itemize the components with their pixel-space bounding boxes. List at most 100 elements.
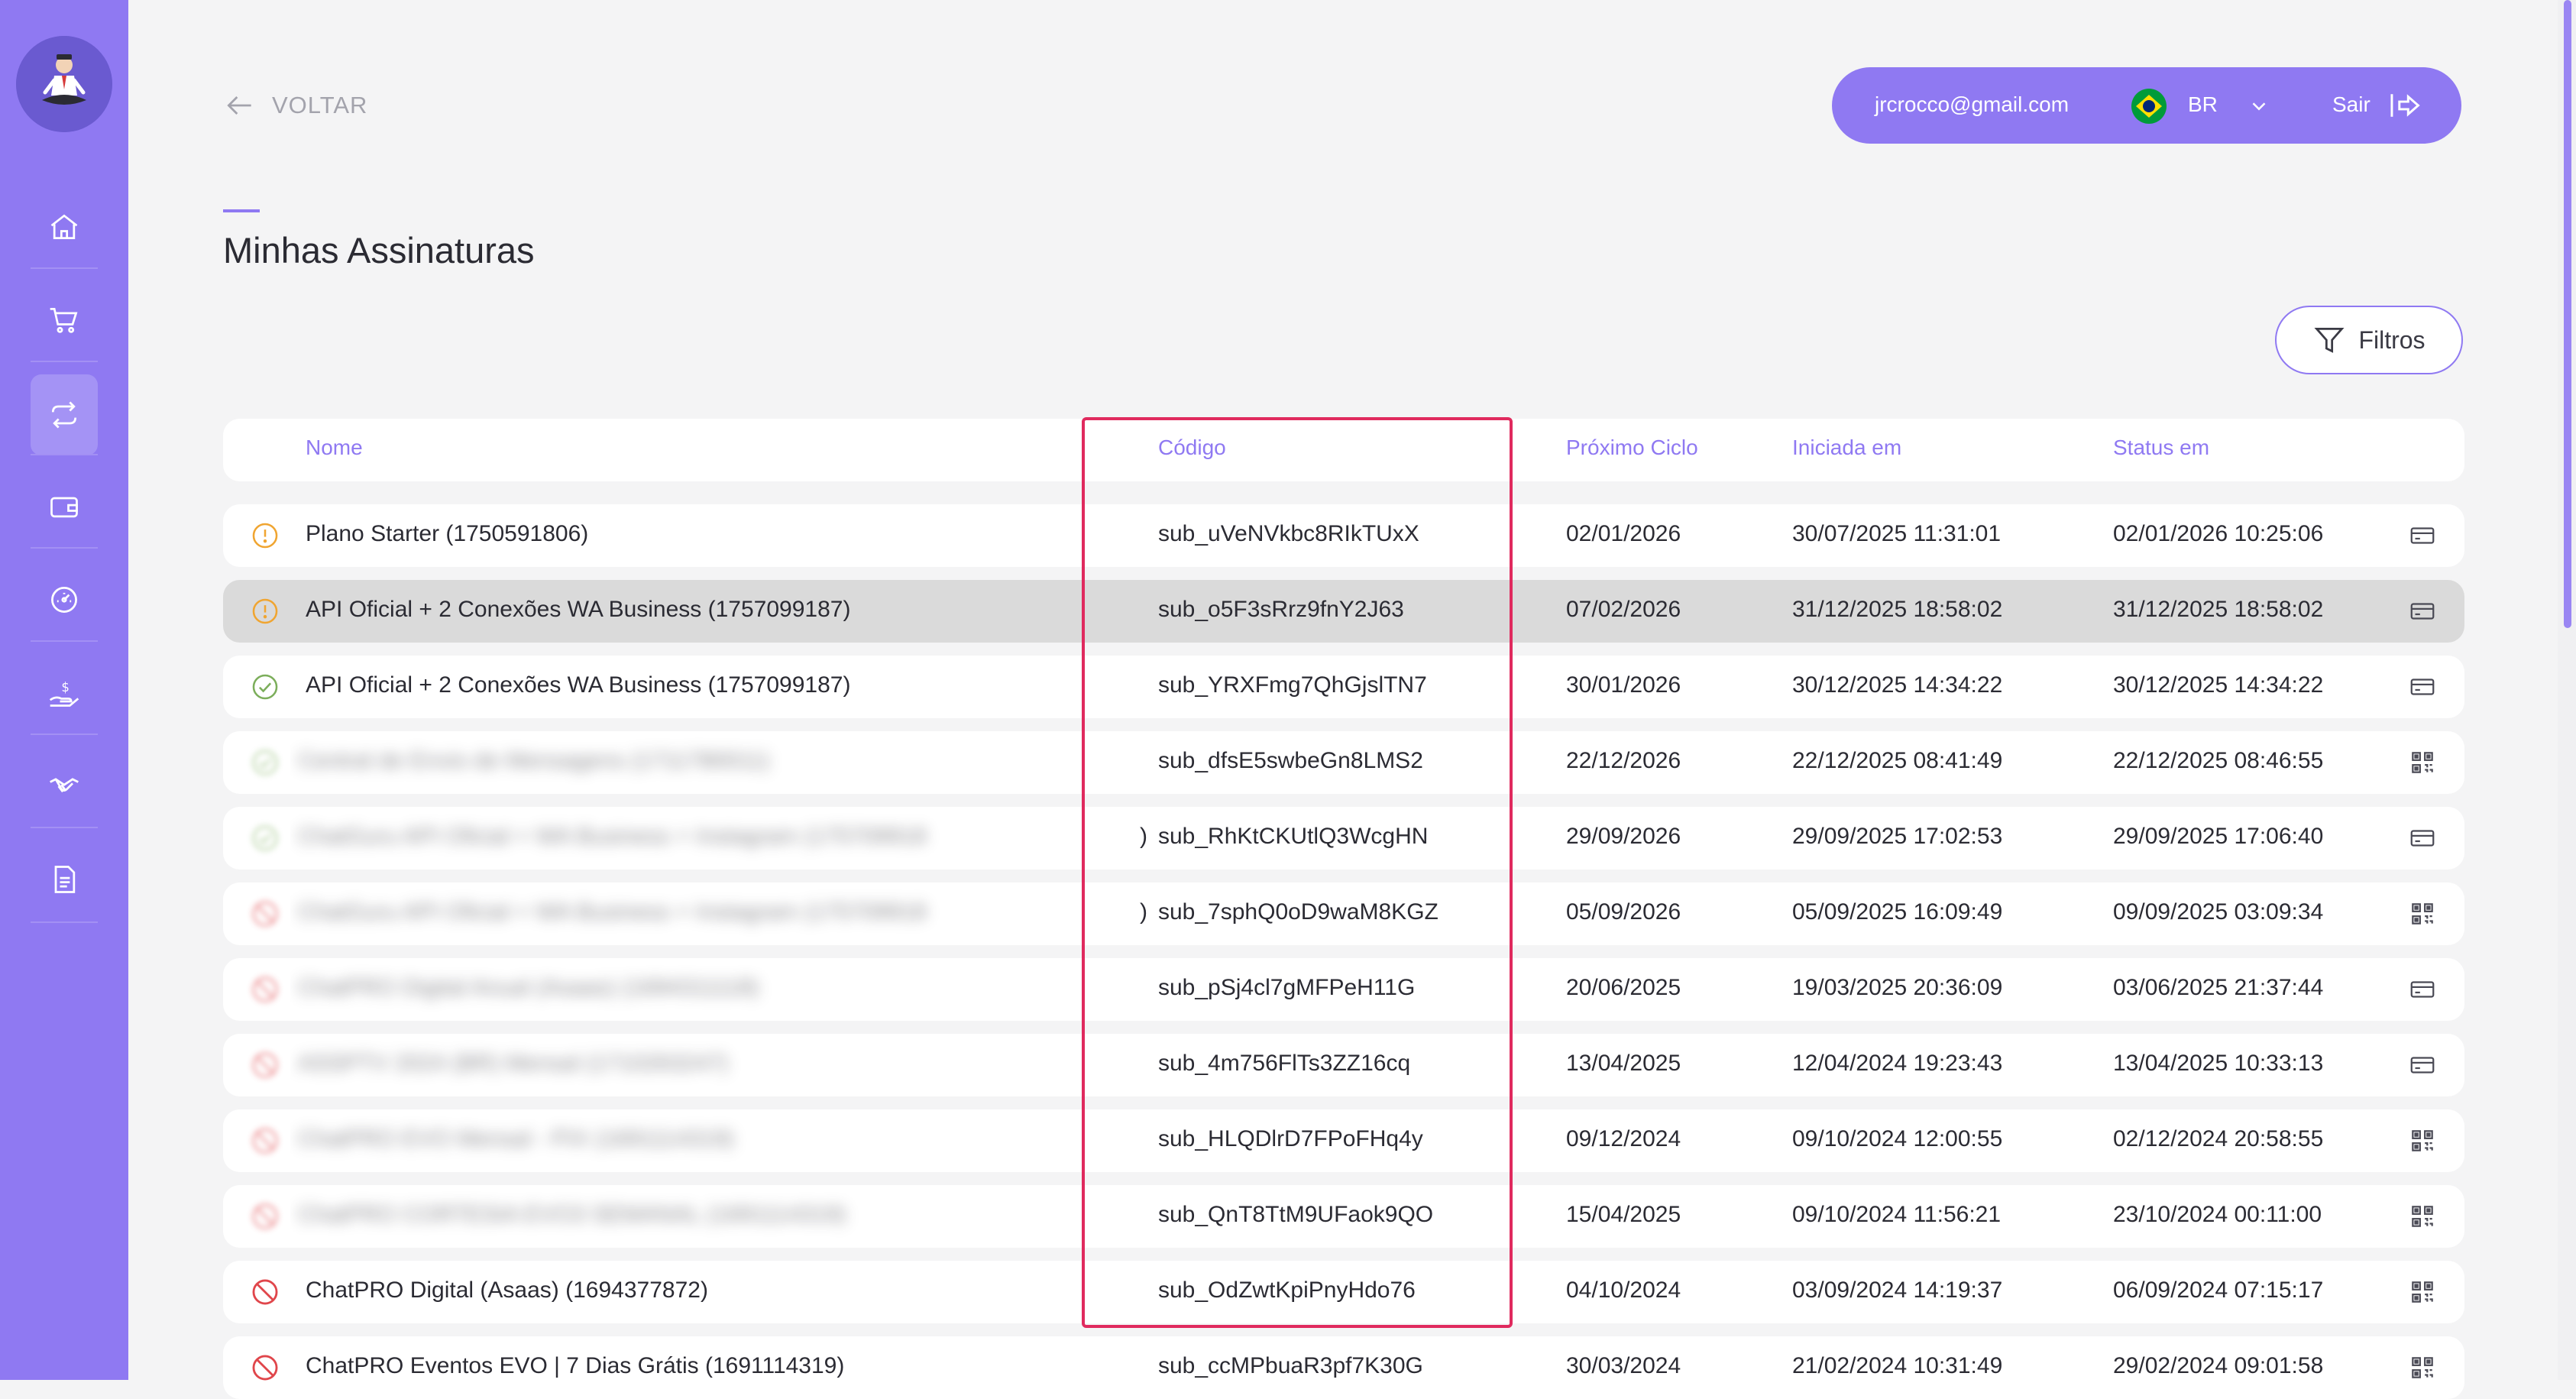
- subscription-name: ChatPRO CORTESIA EVO3 SEMANAL (169111431…: [298, 1202, 846, 1227]
- logout-button[interactable]: Sair: [2332, 92, 2371, 117]
- subscription-code: sub_7sphQ0oD9waM8KGZ: [1158, 899, 1438, 925]
- next-cycle-date: 02/01/2026: [1566, 521, 1681, 546]
- back-label: VOLTAR: [272, 92, 368, 118]
- nav-dashboard[interactable]: [31, 559, 98, 640]
- next-cycle-date: 05/09/2026: [1566, 899, 1681, 925]
- next-cycle-date: 29/09/2026: [1566, 824, 1681, 849]
- warning-icon: [251, 597, 280, 626]
- sidebar: $: [0, 0, 128, 1380]
- document-icon: [54, 866, 76, 893]
- subscriptions-icon: [51, 401, 77, 429]
- money-hand-icon: $: [49, 680, 79, 707]
- check-circle-icon: [251, 672, 280, 701]
- status-at: 06/09/2024 07:15:17: [2113, 1278, 2324, 1303]
- credit-card-icon[interactable]: [2408, 521, 2437, 550]
- language-selector[interactable]: BR: [2188, 92, 2218, 117]
- name-blur-mask: ChatGuru API Oficial + WA Business + Ins…: [290, 807, 995, 870]
- table-row[interactable]: ChatGuru API Oficial + WA Business + Ins…: [223, 882, 2464, 945]
- column-header-status-at[interactable]: Status em: [2113, 436, 2209, 460]
- credit-card-icon[interactable]: [2408, 597, 2437, 626]
- next-cycle-date: 09/12/2024: [1566, 1126, 1681, 1151]
- nav-partners[interactable]: [31, 746, 98, 827]
- qr-code-icon[interactable]: [2408, 1278, 2437, 1307]
- column-header-name[interactable]: Nome: [306, 436, 363, 460]
- subscription-name: ChatPRO Eventos EVO | 7 Dias Grátis (169…: [306, 1353, 845, 1378]
- subscription-name: API Oficial + 2 Conexões WA Business (17…: [306, 597, 851, 622]
- started-at: 09/10/2024 12:00:55: [1792, 1126, 2003, 1151]
- status-at: 30/12/2025 14:34:22: [2113, 672, 2324, 698]
- table-row[interactable]: ASSPTV 2024 (BR) Mensal (1710263247) sub…: [223, 1034, 2464, 1096]
- table-row[interactable]: ChatPRO EVO Mensal - PIX (1691114319) su…: [223, 1109, 2464, 1172]
- table-row[interactable]: ChatPRO CORTESIA EVO3 SEMANAL (169111431…: [223, 1185, 2464, 1248]
- name-blur-mask: ChatPRO Digital Anual (Asaas) (169431111…: [290, 958, 995, 1021]
- subscription-code: sub_o5F3sRrz9fnY2J63: [1158, 597, 1404, 622]
- filters-label: Filtros: [2358, 325, 2426, 354]
- chevron-down-icon[interactable]: [2248, 95, 2270, 118]
- started-at: 31/12/2025 18:58:02: [1792, 597, 2003, 622]
- column-header-next-cycle[interactable]: Próximo Ciclo: [1566, 436, 1698, 460]
- next-cycle-date: 30/03/2024: [1566, 1353, 1681, 1378]
- table-row[interactable]: Central de Envio de Mensagens (171178001…: [223, 731, 2464, 794]
- column-header-code[interactable]: Código: [1158, 436, 1226, 460]
- handshake-icon: [50, 778, 79, 793]
- nav-wallet[interactable]: [31, 466, 98, 547]
- next-cycle-date: 30/01/2026: [1566, 672, 1681, 698]
- started-at: 30/07/2025 11:31:01: [1792, 521, 2002, 546]
- scrollbar-thumb[interactable]: [2564, 0, 2571, 628]
- subscription-code: sub_HLQDlrD7FPoFHq4y: [1158, 1126, 1423, 1151]
- status-at: 29/09/2025 17:06:40: [2113, 824, 2324, 849]
- table-row[interactable]: ChatPRO Eventos EVO | 7 Dias Grátis (169…: [223, 1336, 2464, 1399]
- subscription-name: ChatPRO EVO Mensal - PIX (1691114319): [298, 1126, 734, 1151]
- status-at: 22/12/2025 08:46:55: [2113, 748, 2324, 773]
- nav-subscriptions[interactable]: [31, 374, 98, 455]
- qr-code-icon[interactable]: [2408, 1126, 2437, 1155]
- credit-card-icon[interactable]: [2408, 824, 2437, 853]
- cancelled-icon: [251, 899, 280, 928]
- column-header-started-at[interactable]: Iniciada em: [1792, 436, 1901, 460]
- subscription-name: API Oficial + 2 Conexões WA Business (17…: [306, 672, 851, 698]
- table-row[interactable]: ChatPRO Digital (Asaas) (1694377872) sub…: [223, 1261, 2464, 1323]
- cancelled-icon: [251, 1353, 280, 1382]
- nav-home[interactable]: [31, 186, 98, 267]
- warning-icon: [251, 521, 280, 550]
- logout-icon[interactable]: [2388, 90, 2423, 121]
- table-row[interactable]: Plano Starter (1750591806) sub_uVeNVkbc8…: [223, 504, 2464, 567]
- name-blur-mask: ChatGuru API Oficial + WA Business + Ins…: [290, 882, 995, 945]
- next-cycle-date: 15/04/2025: [1566, 1202, 1681, 1227]
- qr-code-icon[interactable]: [2408, 1202, 2437, 1231]
- next-cycle-date: 04/10/2024: [1566, 1278, 1681, 1303]
- wallet-icon: [50, 497, 78, 518]
- started-at: 05/09/2025 16:09:49: [1792, 899, 2003, 925]
- svg-text:$: $: [61, 680, 70, 695]
- avatar[interactable]: [16, 36, 112, 132]
- qr-code-icon[interactable]: [2408, 748, 2437, 777]
- subscription-code: sub_pSj4cl7gMFPeH11G: [1158, 975, 1416, 1000]
- qr-code-icon[interactable]: [2408, 1353, 2437, 1382]
- back-link[interactable]: VOLTAR: [223, 86, 367, 125]
- credit-card-icon[interactable]: [2408, 975, 2437, 1004]
- table-header: Nome Código Próximo Ciclo Iniciada em St…: [223, 419, 2464, 481]
- subscription-name: Plano Starter (1750591806): [306, 521, 589, 546]
- filters-button[interactable]: Filtros: [2275, 306, 2463, 374]
- user-menu: jrcrocco@gmail.com BR Sair: [1832, 67, 2461, 144]
- subscription-name: ChatPRO Digital (Asaas) (1694377872): [306, 1278, 708, 1303]
- credit-card-icon[interactable]: [2408, 1051, 2437, 1080]
- cancelled-icon: [251, 975, 280, 1004]
- credit-card-icon[interactable]: [2408, 672, 2437, 701]
- qr-code-icon[interactable]: [2408, 899, 2437, 928]
- table-row[interactable]: ChatGuru API Oficial + WA Business + Ins…: [223, 807, 2464, 870]
- subscription-code: sub_RhKtCKUtlQ3WcgHN: [1158, 824, 1429, 849]
- nav-documents[interactable]: [31, 839, 98, 920]
- table-row[interactable]: API Oficial + 2 Conexões WA Business (17…: [223, 656, 2464, 718]
- subscription-code: sub_uVeNVkbc8RIkTUxX: [1158, 521, 1419, 546]
- status-at: 09/09/2025 03:09:34: [2113, 899, 2324, 925]
- next-cycle-date: 13/04/2025: [1566, 1051, 1681, 1076]
- next-cycle-date: 22/12/2026: [1566, 748, 1681, 773]
- table-row[interactable]: ChatPRO Digital Anual (Asaas) (169431111…: [223, 958, 2464, 1021]
- nav-payments[interactable]: $: [31, 653, 98, 734]
- name-blur-mask: ChatPRO EVO Mensal - PIX (1691114319): [290, 1109, 995, 1172]
- table-row[interactable]: API Oficial + 2 Conexões WA Business (17…: [223, 580, 2464, 643]
- status-at: 23/10/2024 00:11:00: [2113, 1202, 2322, 1227]
- user-email[interactable]: jrcrocco@gmail.com: [1875, 92, 2069, 117]
- nav-cart[interactable]: [31, 280, 98, 361]
